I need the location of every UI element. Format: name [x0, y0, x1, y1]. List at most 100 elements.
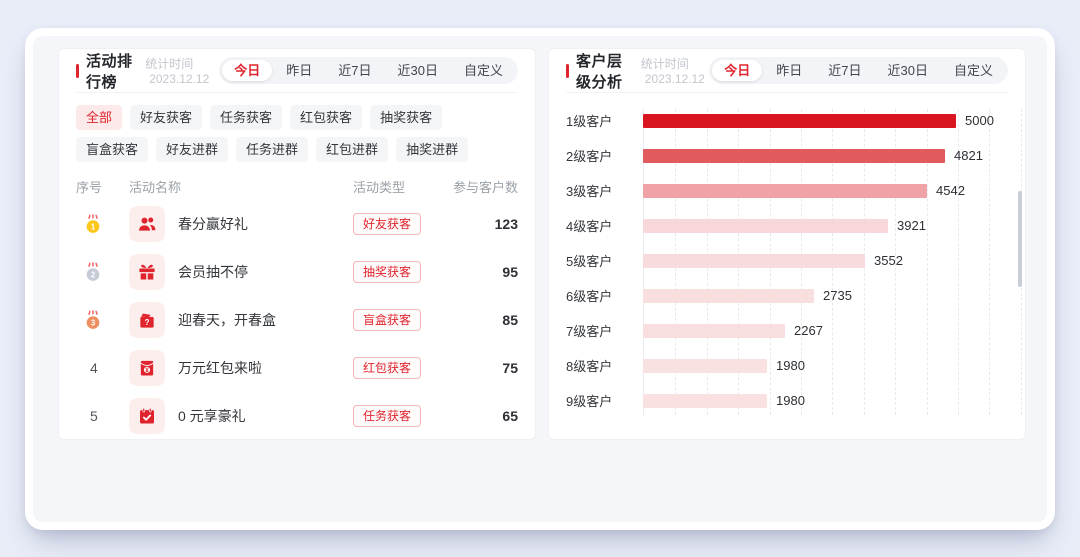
- period-tab-1[interactable]: 昨日: [764, 60, 814, 81]
- rank-cell: 1: [76, 213, 129, 235]
- rank-cell: 5: [76, 408, 129, 424]
- filter-tag-5[interactable]: 盲盒获客: [76, 137, 148, 162]
- activity-ranking-panel: 活动排行榜 统计时间2023.12.12 今日昨日近7日近30日自定义 全部好友…: [58, 48, 536, 440]
- activity-type-tag: 盲盒获客: [353, 309, 421, 331]
- customer-level-header: 客户层级分析 统计时间2023.12.12 今日昨日近7日近30日自定义: [566, 49, 1008, 93]
- activity-name: 0 元享豪礼: [178, 406, 246, 426]
- panel-title: 客户层级分析: [576, 50, 633, 92]
- customer-level-bar-chart: 1级客户50002级客户48213级客户45424级客户39215级客户3552…: [566, 103, 1008, 418]
- blind-box-icon: ?: [129, 302, 165, 338]
- rank-number: 5: [82, 408, 98, 424]
- rank-number: 4: [82, 360, 98, 376]
- bar[interactable]: [643, 149, 945, 163]
- table-row: 1春分赢好礼好友获客123: [76, 200, 518, 248]
- period-tab-3[interactable]: 近30日: [876, 60, 940, 81]
- filter-tag-3[interactable]: 红包获客: [290, 105, 362, 130]
- filter-tag-4[interactable]: 抽奖获客: [370, 105, 442, 130]
- chart-row: 9级客户1980: [566, 383, 1008, 418]
- bar-plot: 2267: [643, 324, 1008, 338]
- bar[interactable]: [643, 254, 865, 268]
- svg-text:1: 1: [91, 223, 96, 232]
- bar-category-label: 8级客户: [566, 356, 643, 375]
- filter-tag-8[interactable]: 红包进群: [316, 137, 388, 162]
- table-row: 5 0 元享豪礼 任务获客 65: [76, 392, 518, 440]
- bar-category-label: 2级客户: [566, 146, 643, 165]
- bar-plot: 5000: [643, 114, 1008, 128]
- bar[interactable]: [643, 114, 956, 128]
- bar-category-label: 6级客户: [566, 286, 643, 305]
- activity-type-cell: 盲盒获客: [353, 309, 438, 331]
- activity-name: 迎春天，开春盒: [178, 310, 276, 330]
- stat-time-label: 统计时间: [145, 57, 193, 71]
- activity-type-tag: 抽奖获客: [353, 261, 421, 283]
- participant-count: 85: [438, 312, 518, 328]
- bar[interactable]: [643, 359, 767, 373]
- chart-row: 5级客户3552: [566, 243, 1008, 278]
- activity-cell: 会员抽不停: [129, 254, 353, 290]
- bar[interactable]: [643, 219, 888, 233]
- chart-row: 1级客户 5000: [566, 103, 1008, 138]
- panel-title: 活动排行榜: [86, 50, 137, 92]
- bar-value-label: 4821: [954, 148, 983, 163]
- bar-plot: 3552: [643, 254, 1008, 268]
- filter-tag-9[interactable]: 抽奖进群: [396, 137, 468, 162]
- period-tab-3[interactable]: 近30日: [386, 60, 450, 81]
- activity-name: 会员抽不停: [178, 262, 248, 282]
- bar[interactable]: [643, 289, 814, 303]
- bar-value-label: 5000: [965, 113, 994, 128]
- activity-type-cell: 抽奖获客: [353, 261, 438, 283]
- filter-tag-1[interactable]: 好友获客: [130, 105, 202, 130]
- bar-category-label: 5级客户: [566, 251, 643, 270]
- filter-tag-2[interactable]: 任务获客: [210, 105, 282, 130]
- stat-time-date: 2023.12.12: [149, 72, 209, 86]
- bar-plot: 4542: [643, 184, 1008, 198]
- red-packet-icon: ¥: [129, 350, 165, 386]
- activity-name: 万元红包来啦: [178, 358, 262, 378]
- activity-type-tag: 好友获客: [353, 213, 421, 235]
- svg-text:?: ?: [145, 318, 150, 327]
- chart-row: 8级客户 1980: [566, 348, 1008, 383]
- bar-category-label: 3级客户: [566, 181, 643, 200]
- chart-row: 7级客户2267: [566, 313, 1008, 348]
- title-marker: [76, 64, 79, 78]
- participant-count: 95: [438, 264, 518, 280]
- period-tab-4[interactable]: 自定义: [942, 60, 1005, 81]
- period-tab-0[interactable]: 今日: [712, 60, 762, 81]
- bar[interactable]: [643, 394, 767, 408]
- col-header-name: 活动名称: [129, 177, 353, 196]
- activity-type-tag: 任务获客: [353, 405, 421, 427]
- stat-time-label: 统计时间: [641, 57, 689, 71]
- period-tab-2[interactable]: 近7日: [816, 60, 873, 81]
- chart-row: 3级客户 4542: [566, 173, 1008, 208]
- stat-time-date: 2023.12.12: [645, 72, 705, 86]
- col-header-rank: 序号: [76, 177, 129, 196]
- panel-scrollbar[interactable]: [1018, 191, 1022, 287]
- task-icon: [129, 398, 165, 434]
- activity-type-cell: 红包获客: [353, 357, 438, 379]
- bar[interactable]: [643, 324, 785, 338]
- filter-tag-7[interactable]: 任务进群: [236, 137, 308, 162]
- bar-value-label: 4542: [936, 183, 965, 198]
- participant-count: 123: [438, 216, 518, 232]
- table-header: 序号 活动名称 活动类型 参与客户数: [76, 176, 518, 196]
- participant-count: 75: [438, 360, 518, 376]
- svg-text:2: 2: [91, 271, 96, 280]
- bar-value-label: 1980: [776, 358, 805, 373]
- participant-count: 65: [438, 408, 518, 424]
- svg-text:¥: ¥: [145, 367, 149, 374]
- rank-medal-icon: 1: [82, 213, 104, 235]
- bar-category-label: 7级客户: [566, 321, 643, 340]
- svg-text:3: 3: [91, 319, 96, 328]
- table-row: 2 会员抽不停 抽奖获客 95: [76, 248, 518, 296]
- rank-cell: 3: [76, 309, 129, 331]
- bar[interactable]: [643, 184, 927, 198]
- period-tab-1[interactable]: 昨日: [274, 60, 324, 81]
- filter-tag-6[interactable]: 好友进群: [156, 137, 228, 162]
- bar-category-label: 1级客户: [566, 111, 643, 130]
- period-tab-2[interactable]: 近7日: [326, 60, 383, 81]
- stat-time: 统计时间2023.12.12: [641, 55, 709, 86]
- period-tab-0[interactable]: 今日: [222, 60, 272, 81]
- bar-value-label: 3921: [897, 218, 926, 233]
- period-tab-4[interactable]: 自定义: [452, 60, 515, 81]
- filter-tag-0[interactable]: 全部: [76, 105, 122, 130]
